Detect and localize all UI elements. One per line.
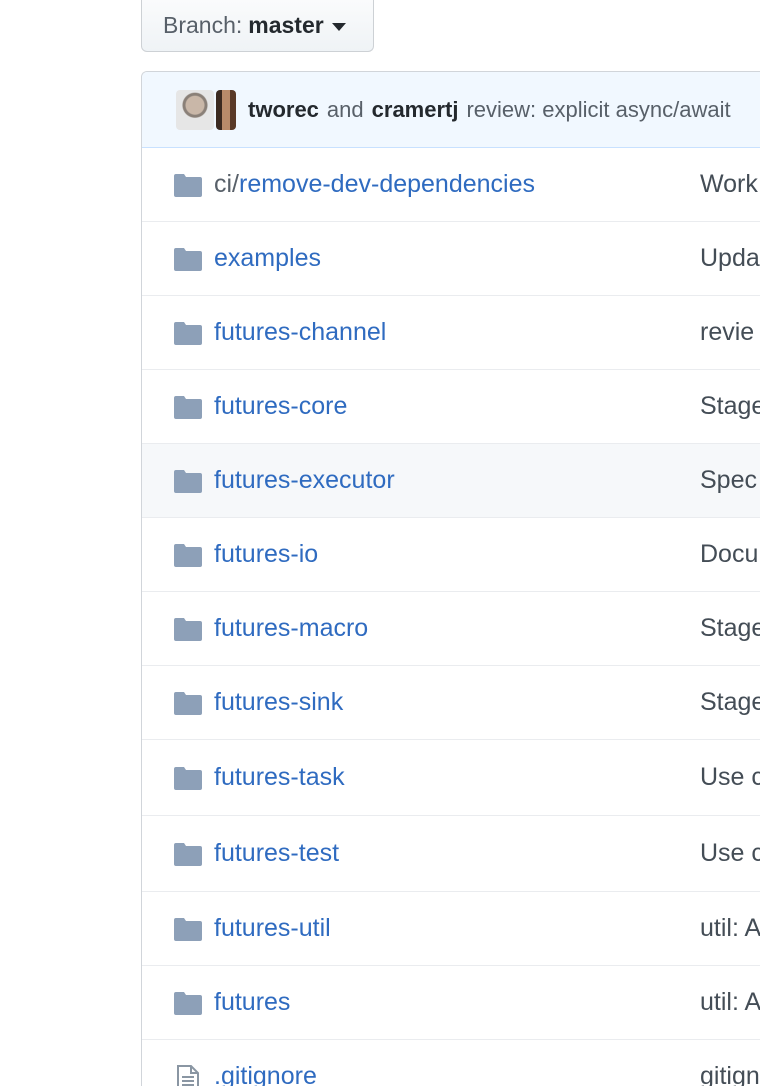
folder-icon xyxy=(174,543,202,567)
branch-label: Branch: xyxy=(163,12,243,38)
commit-message-link[interactable]: Docu xyxy=(700,540,758,569)
file-name-link[interactable]: .gitignore xyxy=(214,1062,317,1086)
file-row[interactable]: .gitignore gitign xyxy=(142,1040,760,1086)
file-name-link[interactable]: futures-core xyxy=(214,392,347,421)
file-row[interactable]: futures-sink Stage xyxy=(142,666,760,740)
commit-message-link[interactable]: Stage xyxy=(700,614,760,643)
file-name-link[interactable]: futures-channel xyxy=(214,318,386,347)
file-name-text: futures xyxy=(214,988,291,1016)
commit-message-link[interactable]: Spec xyxy=(700,466,757,495)
folder-icon xyxy=(174,395,202,419)
commit-message-link[interactable]: gitign xyxy=(700,1062,760,1086)
commit-message-link[interactable]: util: A xyxy=(700,914,760,943)
branch-name: master xyxy=(248,12,324,38)
commit-message-link[interactable]: Work xyxy=(700,170,758,199)
file-row[interactable]: futures-macro Stage xyxy=(142,592,760,666)
file-name-link[interactable]: futures-sink xyxy=(214,688,343,717)
file-name-text: futures-core xyxy=(214,392,348,420)
file-row[interactable]: examples Upda xyxy=(142,222,760,296)
folder-icon xyxy=(174,469,202,493)
latest-commit-bar: tworec and cramertj review: explicit asy… xyxy=(142,72,760,148)
file-name-text: futures-executor xyxy=(214,466,395,494)
file-row[interactable]: futures util: A xyxy=(142,966,760,1040)
caret-down-icon xyxy=(331,23,346,31)
commit-committer-link[interactable]: cramertj xyxy=(372,97,459,123)
commit-author-link[interactable]: tworec xyxy=(248,97,319,123)
file-name-text: futures-macro xyxy=(214,614,369,642)
dir-prefix: ci/ xyxy=(214,170,239,198)
avatar-stack xyxy=(176,89,236,130)
file-list: ci/remove-dev-dependencies Work examples Up… xyxy=(142,148,760,1086)
folder-icon xyxy=(174,991,202,1015)
file-row[interactable]: futures-task Use c xyxy=(142,740,760,816)
commit-message-link[interactable]: util: A xyxy=(700,988,760,1017)
file-name-text: futures-sink xyxy=(214,688,344,716)
file-name-link[interactable]: ci/remove-dev-dependencies xyxy=(214,170,535,199)
folder-icon xyxy=(174,917,202,941)
file-name-text: examples xyxy=(214,244,321,272)
commit-message-link[interactable]: Use c xyxy=(700,839,760,868)
file-name-link[interactable]: futures xyxy=(214,988,290,1017)
folder-icon xyxy=(174,842,202,866)
file-row[interactable]: futures-test Use c xyxy=(142,816,760,892)
commit-message-link[interactable]: Stage xyxy=(700,688,760,717)
commit-message-link[interactable]: Upda xyxy=(700,244,760,273)
file-row[interactable]: futures-util util: A xyxy=(142,892,760,966)
file-name-link[interactable]: futures-io xyxy=(214,540,318,569)
file-name-text: remove-dev-dependencies xyxy=(239,170,536,198)
file-name-link[interactable]: futures-task xyxy=(214,763,345,792)
file-name-link[interactable]: futures-test xyxy=(214,839,339,868)
folder-icon xyxy=(174,247,202,271)
file-name-text: futures-channel xyxy=(214,318,387,346)
file-name-text: futures-util xyxy=(214,914,331,942)
repo-file-browser: Branch: master tworec and cramertj revie… xyxy=(0,0,760,1086)
file-icon xyxy=(174,1064,202,1086)
file-row[interactable]: futures-executor Spec xyxy=(142,444,760,518)
file-name-link[interactable]: futures-macro xyxy=(214,614,368,643)
file-name-link[interactable]: futures-executor xyxy=(214,466,395,495)
file-row[interactable]: futures-io Docu xyxy=(142,518,760,592)
avatar-cramertj[interactable] xyxy=(216,89,236,130)
folder-icon xyxy=(174,691,202,715)
file-row[interactable]: ci/remove-dev-dependencies Work xyxy=(142,148,760,222)
file-name-link[interactable]: examples xyxy=(214,244,321,273)
file-navigation-table: tworec and cramertj review: explicit asy… xyxy=(141,71,760,1086)
file-name-text: futures-test xyxy=(214,839,340,867)
file-name-text: .gitignore xyxy=(214,1062,317,1086)
folder-icon xyxy=(174,321,202,345)
commit-author-joiner: and xyxy=(326,96,364,122)
avatar-tworec[interactable] xyxy=(176,89,214,130)
commit-message-link[interactable]: review: explicit async/await xyxy=(466,97,730,123)
commit-message-link[interactable]: Use c xyxy=(700,763,760,792)
file-name-text: futures-io xyxy=(214,540,319,568)
file-row[interactable]: futures-core Stage xyxy=(142,370,760,444)
commit-message-link[interactable]: revie xyxy=(700,318,754,347)
folder-icon xyxy=(174,766,202,790)
file-name-link[interactable]: futures-util xyxy=(214,914,331,943)
commit-message-link[interactable]: Stage xyxy=(700,392,760,421)
folder-icon xyxy=(174,617,202,641)
folder-icon xyxy=(174,173,202,197)
file-row[interactable]: futures-channel revie xyxy=(142,296,760,370)
file-name-text: futures-task xyxy=(214,763,345,791)
branch-select-button[interactable]: Branch: master xyxy=(141,0,374,52)
